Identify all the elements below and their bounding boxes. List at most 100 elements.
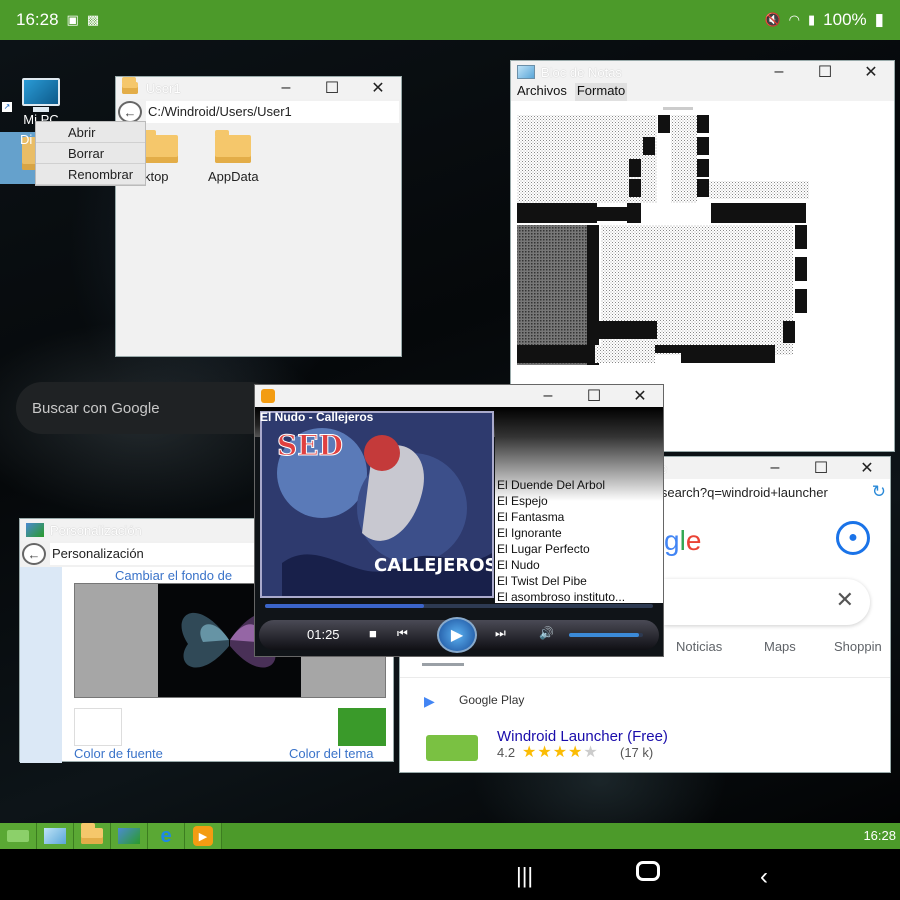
window-title: Bloc de Notas bbox=[541, 64, 622, 80]
back-button[interactable]: ← bbox=[22, 543, 46, 565]
google-search-widget[interactable]: Buscar con Google bbox=[16, 382, 276, 434]
app-icon bbox=[426, 735, 478, 761]
album-cover: SED CALLEJEROS bbox=[260, 411, 494, 598]
explorer-window: User1 – ☐ ✕ ← C:/Windroid/Users/User1 sk… bbox=[115, 76, 402, 357]
stop-button[interactable]: ■ bbox=[369, 626, 377, 641]
close-button[interactable]: ✕ bbox=[617, 385, 663, 407]
menu-item-renombrar[interactable]: Renombrar bbox=[36, 164, 145, 185]
desktop-icon-mi-pc[interactable]: Mi PC bbox=[16, 78, 66, 127]
playlist-item[interactable]: El Nudo bbox=[497, 557, 625, 573]
playlist-item[interactable]: El Lugar Perfecto bbox=[497, 541, 625, 557]
taskbar-explorer[interactable] bbox=[74, 823, 111, 849]
elapsed-time: 01:25 bbox=[307, 627, 340, 642]
volume-icon[interactable]: 🔊 bbox=[539, 626, 554, 640]
maximize-button[interactable]: ☐ bbox=[309, 77, 355, 99]
personalization-icon bbox=[26, 523, 44, 537]
cover-text-bottom: CALLEJEROS bbox=[374, 555, 494, 576]
taskbar-media-player[interactable]: ▶ bbox=[185, 823, 222, 849]
title-bar: Bloc de Notas – ☐ ✕ bbox=[511, 61, 894, 83]
volume-level bbox=[569, 633, 640, 637]
minimize-button[interactable]: – bbox=[525, 385, 571, 407]
notepad-icon bbox=[44, 828, 66, 844]
battery-percent: 100% bbox=[823, 10, 867, 29]
font-color-swatch[interactable] bbox=[74, 708, 122, 746]
change-background-link[interactable]: Cambiar el fondo de bbox=[115, 568, 232, 583]
folder-item[interactable]: AppData bbox=[208, 130, 259, 184]
clear-icon[interactable]: ✕ bbox=[836, 587, 854, 613]
taskbar-clock: 16:28 bbox=[863, 828, 896, 843]
player-icon bbox=[261, 389, 275, 403]
recents-button[interactable]: ||| bbox=[516, 863, 533, 889]
gallery-icon: ▩ bbox=[86, 12, 100, 27]
refresh-icon[interactable]: ↻ bbox=[872, 482, 886, 502]
tab-shopping[interactable]: Shoppin bbox=[834, 639, 882, 654]
maximize-button[interactable]: ☐ bbox=[571, 385, 617, 407]
tab-noticias[interactable]: Noticias bbox=[676, 639, 722, 654]
play-button[interactable]: ▶ bbox=[437, 617, 477, 653]
folder-icon bbox=[215, 130, 252, 163]
start-button[interactable] bbox=[0, 823, 37, 849]
search-box[interactable]: ✕ bbox=[664, 579, 870, 625]
menu-bar: Archivos Formato bbox=[511, 83, 894, 101]
playlist-item[interactable]: El Fantasma bbox=[497, 509, 625, 525]
theme-color-link[interactable]: Color del tema bbox=[289, 746, 374, 761]
back-button[interactable]: ← bbox=[118, 101, 142, 123]
menu-archivos[interactable]: Archivos bbox=[515, 83, 569, 101]
minimize-button[interactable]: – bbox=[756, 61, 802, 83]
signal-icon: ▮ bbox=[808, 12, 816, 27]
cover-text-top: SED bbox=[277, 429, 343, 462]
taskbar-personalization[interactable] bbox=[111, 823, 148, 849]
playlist-item[interactable]: El Duende Del Arbol bbox=[497, 477, 625, 493]
ascii-art-thumbs-up[interactable] bbox=[513, 107, 813, 427]
taskbar: e ▶ 16:28 bbox=[0, 823, 900, 849]
playlist-item[interactable]: El Espejo bbox=[497, 493, 625, 509]
url-field[interactable]: n/search?q=windroid+launcher bbox=[650, 485, 872, 500]
back-nav-button[interactable]: ‹ bbox=[760, 863, 768, 891]
playlist-item[interactable]: El Ignorante bbox=[497, 525, 625, 541]
browser-icon: e bbox=[160, 824, 172, 847]
address-field[interactable]: C:/Windroid/Users/User1 bbox=[146, 101, 399, 123]
divider bbox=[400, 677, 890, 678]
side-panel bbox=[20, 567, 62, 763]
font-color-link[interactable]: Color de fuente bbox=[74, 746, 163, 761]
menu-item-borrar[interactable]: Borrar bbox=[36, 143, 145, 164]
tab-maps[interactable]: Maps bbox=[764, 639, 796, 654]
google-play-icon: ▶ bbox=[424, 693, 435, 709]
context-menu: Abrir Borrar Renombrar bbox=[35, 121, 146, 186]
menu-item-abrir[interactable]: Abrir bbox=[36, 122, 145, 143]
rating-value: 4.2 bbox=[497, 745, 516, 760]
folder-icon bbox=[122, 77, 138, 94]
status-bar: 16:28 ▣ ▩ 🔇 ◠ ▮ 100% ▮ bbox=[0, 0, 900, 40]
folder-icon bbox=[81, 823, 103, 844]
close-button[interactable]: ✕ bbox=[355, 77, 401, 99]
monitor-icon bbox=[22, 78, 60, 106]
mute-icon: 🔇 bbox=[764, 12, 781, 27]
theme-color-swatch[interactable] bbox=[338, 708, 386, 746]
result-source: Google Play bbox=[459, 693, 525, 707]
battery-icon: ▮ bbox=[874, 10, 884, 29]
menu-formato[interactable]: Formato bbox=[574, 83, 628, 101]
seek-progress bbox=[265, 604, 425, 608]
previous-button[interactable]: ⏮ bbox=[397, 626, 408, 641]
seek-bar[interactable] bbox=[265, 604, 653, 608]
account-icon[interactable]: ● bbox=[836, 521, 870, 555]
home-button[interactable] bbox=[636, 861, 660, 881]
review-count: (17 k) bbox=[620, 745, 654, 760]
taskbar-notepad[interactable] bbox=[37, 823, 74, 849]
taskbar-browser[interactable]: e bbox=[148, 823, 185, 849]
minimize-button[interactable]: – bbox=[752, 457, 798, 479]
maximize-button[interactable]: ☐ bbox=[802, 61, 848, 83]
minimize-button[interactable]: – bbox=[263, 77, 309, 99]
next-button[interactable]: ⏭ bbox=[495, 626, 506, 641]
playlist-item[interactable]: El Twist Del Pibe bbox=[497, 573, 625, 589]
active-tab-indicator bbox=[422, 663, 464, 666]
close-button[interactable]: ✕ bbox=[844, 457, 890, 479]
desktop-icon-label: Di bbox=[20, 132, 33, 147]
media-player-window: – ☐ ✕ SED CALLEJEROS El Nudo - Callejero… bbox=[254, 384, 664, 657]
search-placeholder: Buscar con Google bbox=[32, 399, 160, 417]
now-playing-title: El Nudo - Callejeros bbox=[260, 410, 374, 424]
maximize-button[interactable]: ☐ bbox=[798, 457, 844, 479]
close-button[interactable]: ✕ bbox=[848, 61, 894, 83]
volume-slider[interactable] bbox=[569, 633, 643, 637]
playlist-item[interactable]: El asombroso instituto... bbox=[497, 589, 625, 605]
